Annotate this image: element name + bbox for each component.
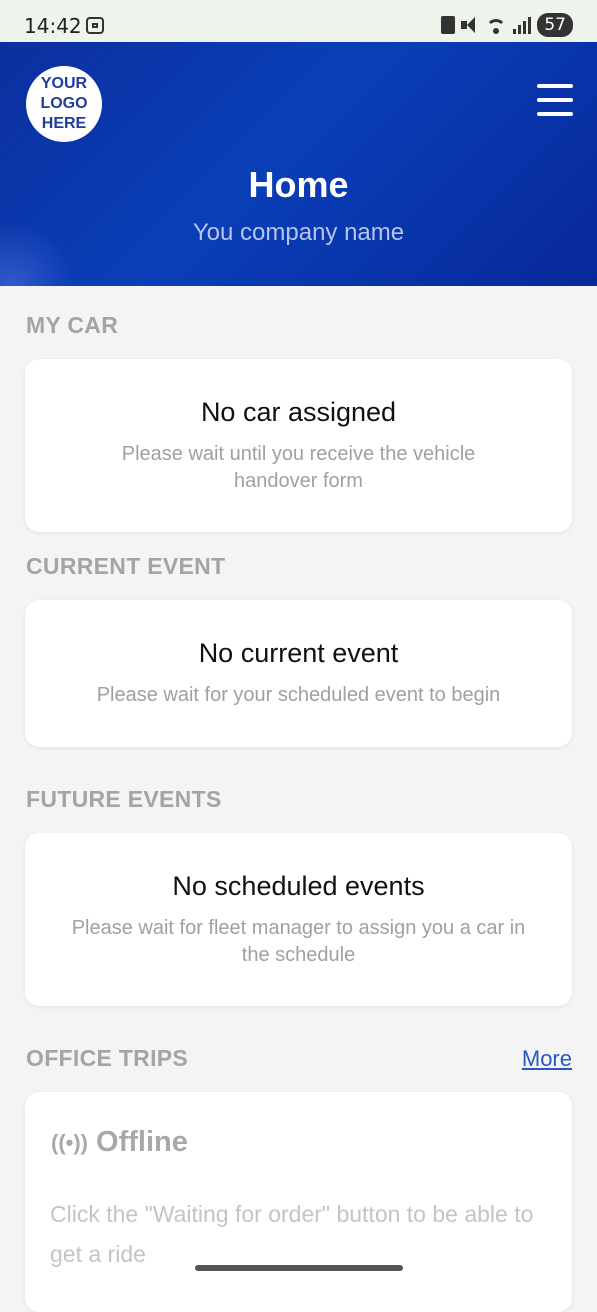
broadcast-icon: ((•)) <box>51 1129 89 1155</box>
status-time: 14:42 <box>24 14 82 38</box>
company-name: You company name <box>192 219 405 246</box>
screenshot-icon <box>86 17 104 34</box>
card-title: No car assigned <box>200 397 397 427</box>
card-description: Please wait for your scheduled event to … <box>96 684 501 706</box>
my-car-card[interactable]: No car assigned Please wait until you re… <box>25 359 572 532</box>
section-label-current-event: CURRENT EVENT <box>26 553 226 579</box>
more-link[interactable]: More <box>522 1046 572 1072</box>
card-title: No current event <box>198 638 399 668</box>
wifi-icon <box>485 16 507 34</box>
battery-indicator: 57 <box>537 13 573 37</box>
company-logo[interactable]: YOUR LOGO HERE <box>26 66 102 142</box>
app-header: YOUR LOGO HERE Home You company name <box>0 42 597 286</box>
status-icons: 57 <box>441 13 573 37</box>
card-description: Please wait until you receive the vehicl… <box>121 443 476 492</box>
current-event-card[interactable]: No current event Please wait for your sc… <box>25 600 572 747</box>
mute-icon <box>461 17 479 33</box>
page-title: Home <box>248 164 349 205</box>
trip-description: Click the "Waiting for order" button to … <box>50 1201 534 1267</box>
hamburger-menu-icon[interactable] <box>537 84 573 118</box>
card-description: Please wait for fleet manager to assign … <box>71 917 526 966</box>
work-profile-icon <box>441 16 456 34</box>
office-trips-card[interactable]: ((•)) Offline Click the "Waiting for ord… <box>25 1092 572 1312</box>
future-events-card[interactable]: No scheduled events Please wait for flee… <box>25 833 572 1006</box>
status-bar: 14:42 57 <box>0 0 597 42</box>
section-label-future-events: FUTURE EVENTS <box>26 786 222 812</box>
section-label-office-trips: OFFICE TRIPS <box>26 1045 189 1071</box>
trip-status: ((•)) Offline <box>51 1126 188 1159</box>
card-title: No scheduled events <box>172 871 425 901</box>
trip-status-label: Offline <box>96 1126 188 1158</box>
signal-icon <box>513 16 532 34</box>
section-label-my-car: MY CAR <box>26 312 119 338</box>
home-indicator[interactable] <box>195 1265 403 1271</box>
